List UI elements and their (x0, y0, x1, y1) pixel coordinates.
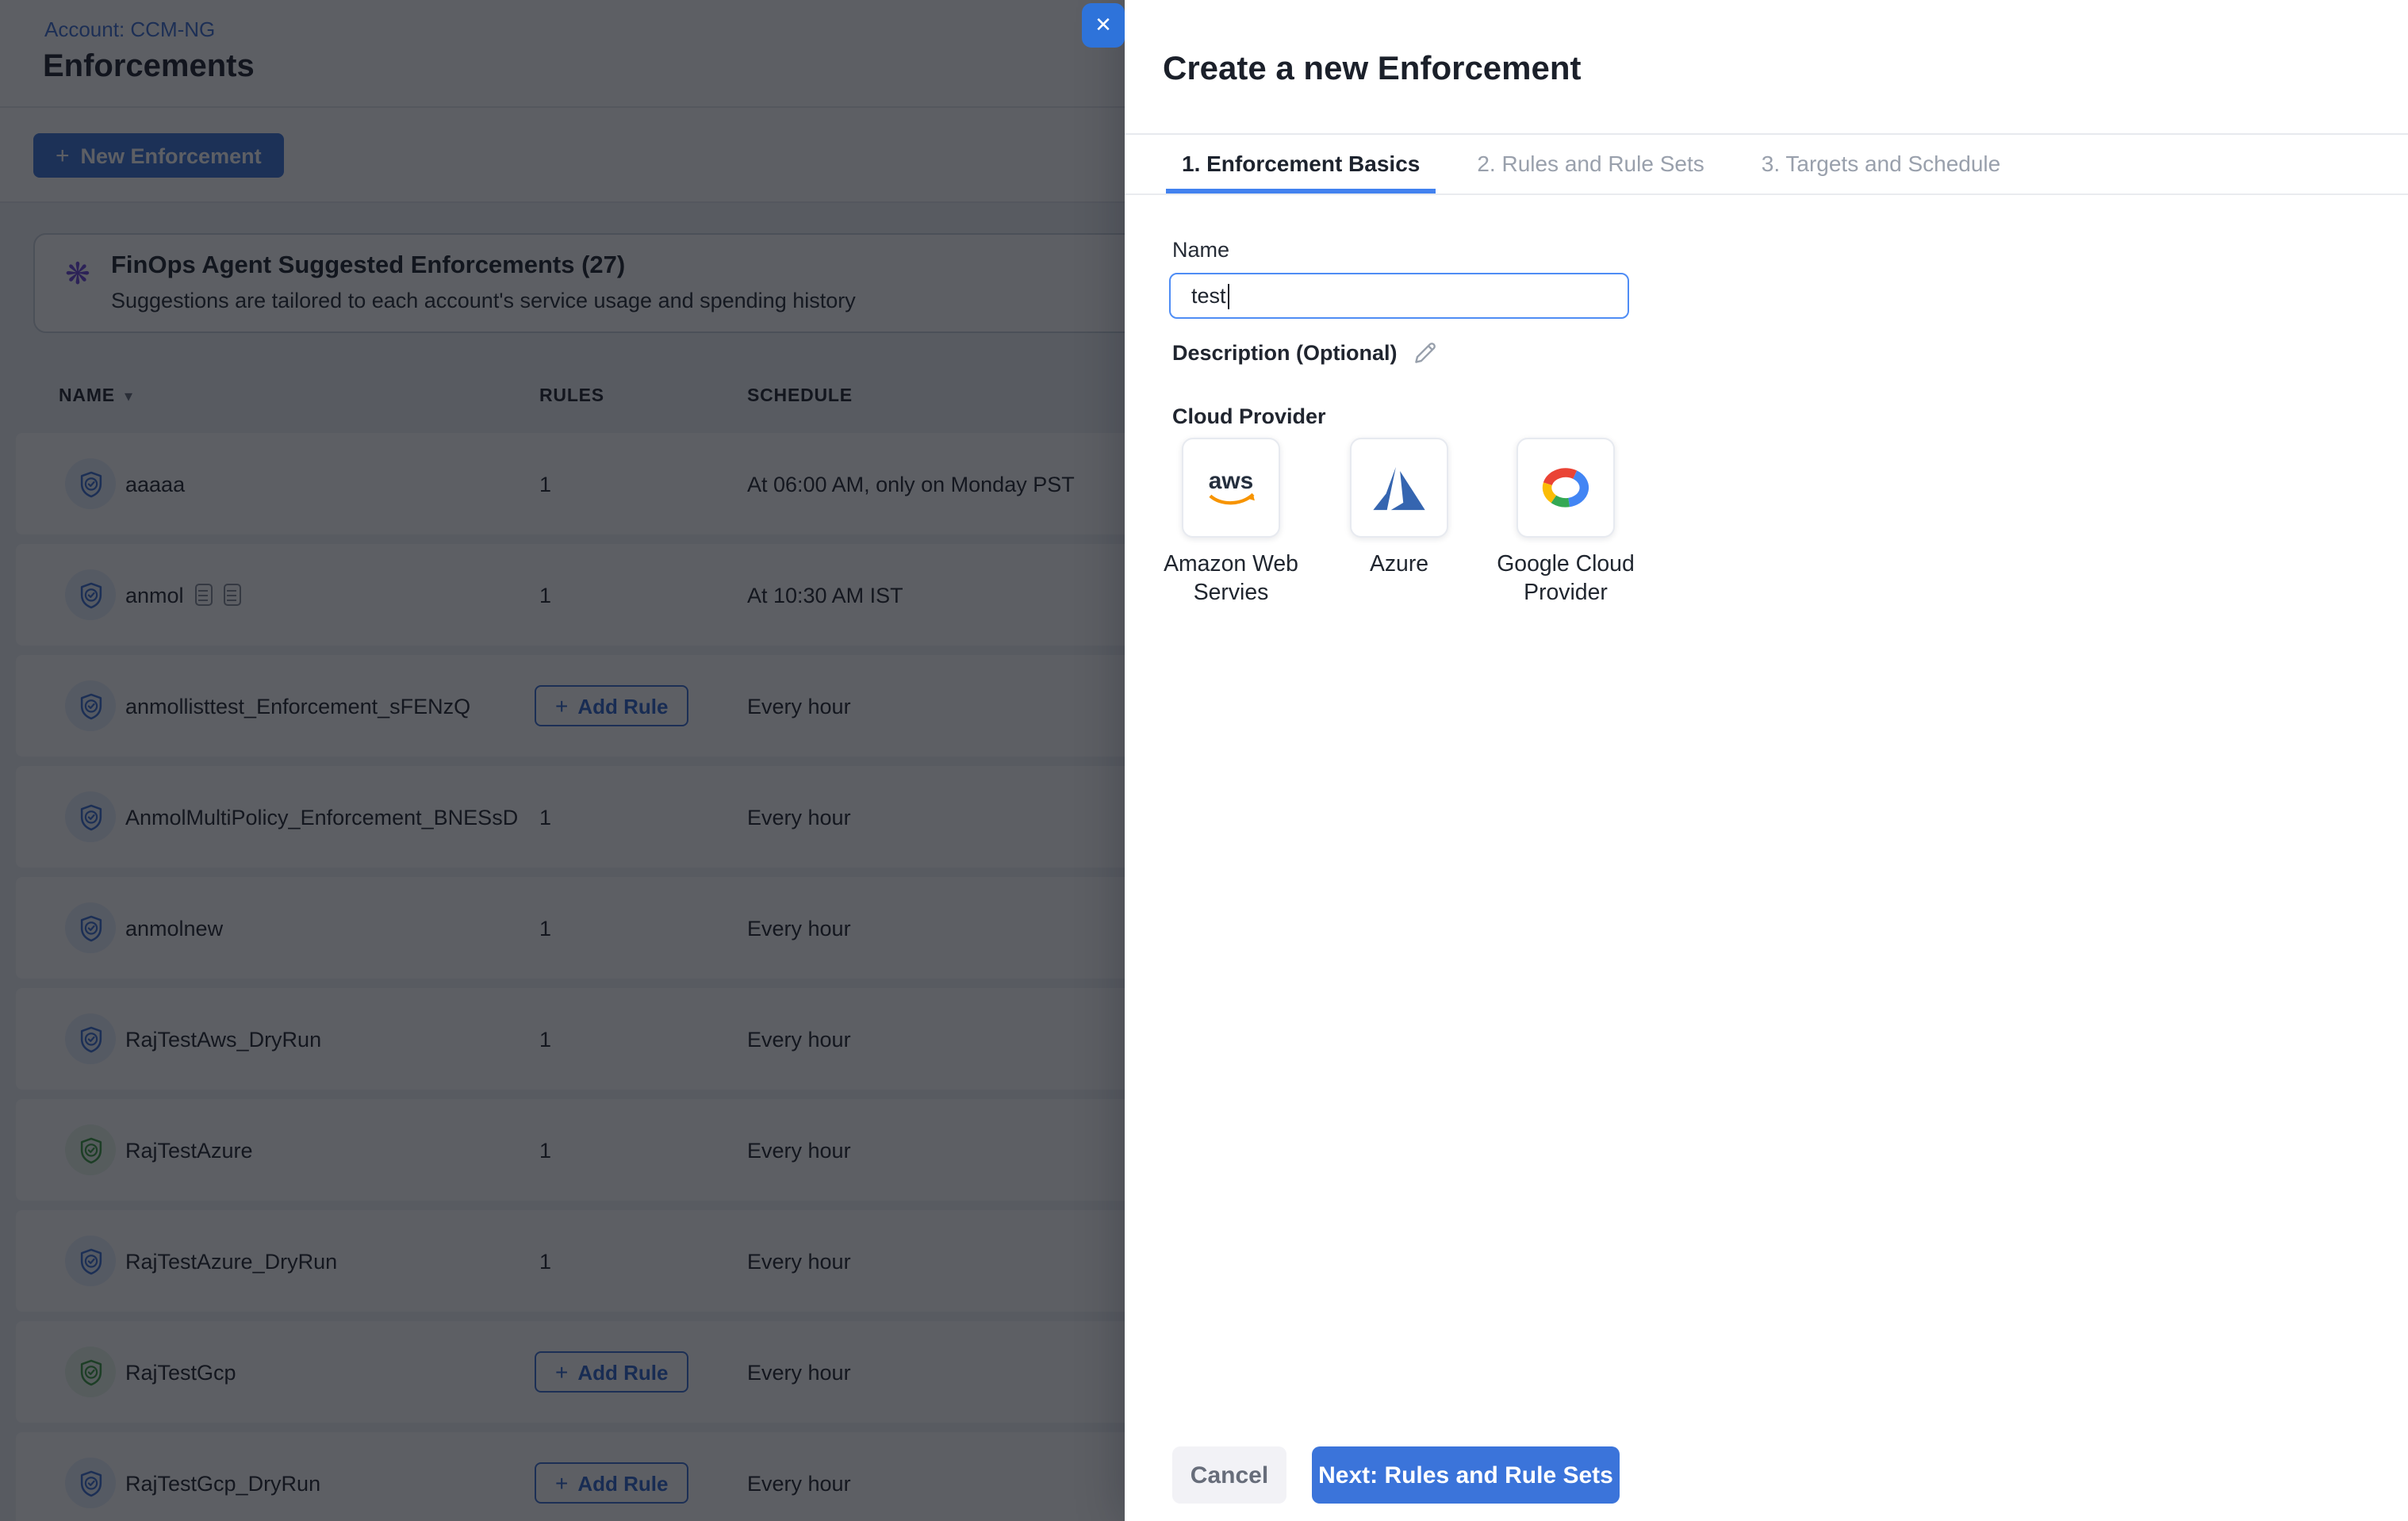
name-field-label: Name (1172, 238, 1229, 262)
description-label: Description (Optional) (1172, 341, 1398, 365)
name-input[interactable]: test (1169, 273, 1629, 319)
azure-logo-icon (1372, 465, 1426, 510)
provider-label: Amazon Web Servies (1144, 552, 1318, 607)
provider-card-aws[interactable]: aws (1182, 438, 1280, 538)
modal-overlay[interactable] (0, 0, 1125, 1521)
wizard-tab-3[interactable]: 3. Targets and Schedule (1746, 135, 2017, 193)
svg-text:aws: aws (1209, 467, 1253, 493)
provider-option-aws[interactable]: aws Amazon Web Servies (1144, 438, 1318, 607)
gcp-logo-icon (1537, 463, 1594, 512)
create-enforcement-drawer: Create a new Enforcement 1. Enforcement … (1125, 0, 2408, 1521)
description-row: Description (Optional) (1172, 339, 1439, 366)
close-icon[interactable]: ✕ (1082, 3, 1125, 48)
wizard-tab-1[interactable]: 1. Enforcement Basics (1166, 135, 1436, 193)
name-input-value: test (1191, 284, 1226, 308)
provider-card-gcp[interactable] (1517, 438, 1615, 538)
screen: Account: CCM-NG Enforcements + New Enfor… (0, 0, 2408, 1521)
next-button[interactable]: Next: Rules and Rule Sets (1312, 1446, 1620, 1504)
provider-option-gcp[interactable]: Google Cloud Provider (1478, 438, 1653, 607)
cancel-button[interactable]: Cancel (1172, 1446, 1286, 1504)
provider-option-azure[interactable]: Azure (1312, 438, 1486, 580)
provider-label: Google Cloud Provider (1478, 552, 1653, 607)
provider-card-azure[interactable] (1350, 438, 1448, 538)
provider-label: Azure (1312, 552, 1486, 580)
text-cursor (1228, 283, 1230, 308)
drawer-title: Create a new Enforcement (1163, 51, 1582, 89)
cloud-provider-label: Cloud Provider (1172, 404, 1326, 428)
pencil-edit-icon[interactable] (1412, 339, 1439, 366)
wizard-tab-2[interactable]: 2. Rules and Rule Sets (1461, 135, 1720, 193)
wizard-tabs: 1. Enforcement Basics 2. Rules and Rule S… (1125, 135, 2408, 195)
aws-logo-icon: aws (1196, 465, 1266, 510)
